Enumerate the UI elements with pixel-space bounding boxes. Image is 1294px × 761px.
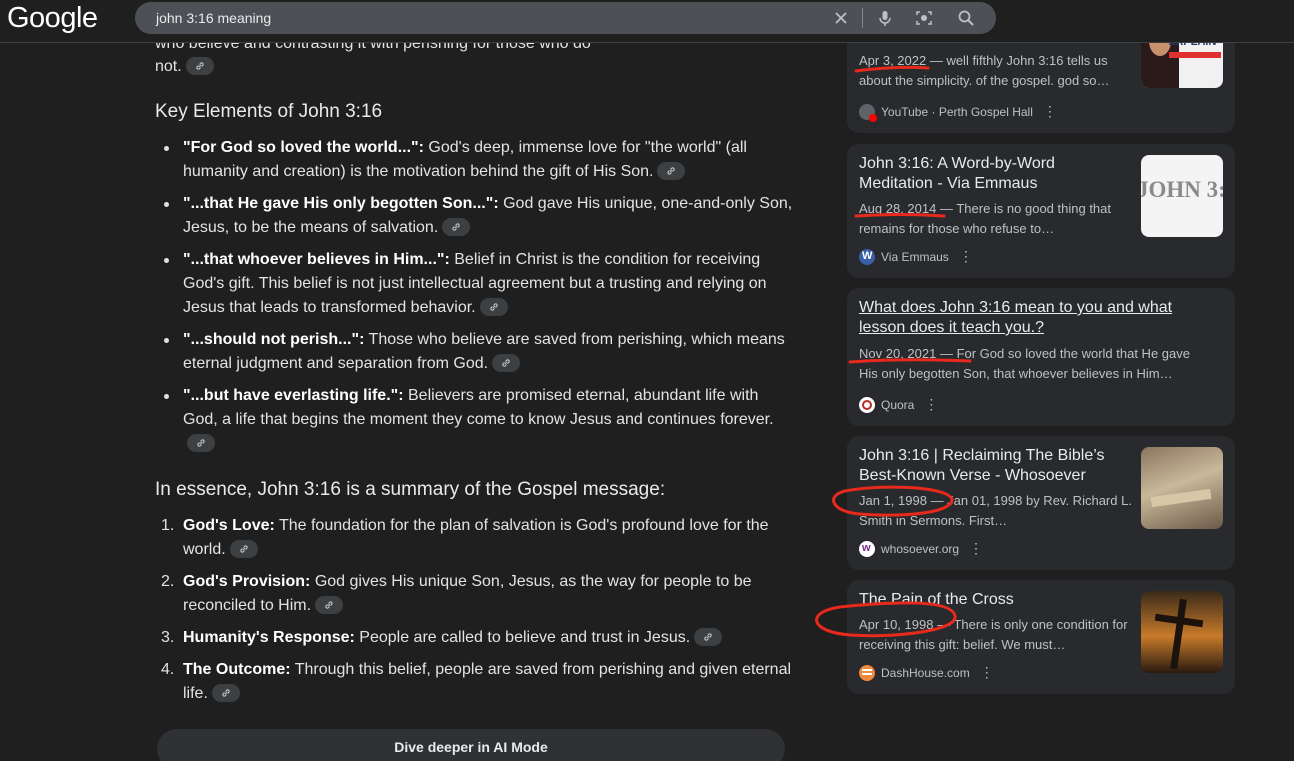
card-date: Nov 20, 2021 [859, 346, 937, 361]
card-snippet: Apr 3, 2022 — well fifthly John 3:16 tel… [859, 53, 1110, 88]
dive-deeper-button[interactable]: Dive deeper in AI Mode [157, 729, 785, 761]
source-card[interactable]: The Pain of the Cross Apr 10, 1998 — The… [847, 580, 1235, 694]
whosoever-icon: w [859, 540, 875, 557]
item-number: 1. [161, 517, 175, 534]
key-elements-heading: Key Elements of John 3:16 [155, 101, 383, 122]
card-date: Apr 3, 2022 [859, 53, 927, 68]
link-chip[interactable] [185, 56, 214, 75]
card-snippet: Jan 1, 1998 — Jan 01, 1998 by Rev. Richa… [859, 493, 1132, 528]
card-snippet: Nov 20, 2021 — For God so loved the worl… [859, 346, 1190, 381]
numbered-item: 2. God's Provision: God gives His unique… [161, 570, 795, 618]
list-item: "...but have everlasting life.": Believe… [164, 384, 795, 456]
lens-icon[interactable] [914, 8, 934, 28]
bullet [164, 338, 169, 343]
microphone-icon[interactable] [875, 8, 895, 28]
bible-thumbnail[interactable] [1141, 447, 1223, 529]
youtube-channel-avatar [859, 103, 877, 122]
link-chip[interactable] [492, 353, 521, 372]
list-item: "...should not perish...": Those who bel… [164, 328, 795, 376]
card-source[interactable]: W Via Emmaus ⋮ [859, 248, 973, 265]
more-options-icon[interactable]: ⋮ [969, 540, 983, 557]
more-options-icon[interactable]: ⋮ [1043, 103, 1057, 120]
article-thumbnail[interactable]: JOHN 3:16 [1141, 155, 1223, 237]
numbered-item: 1. God's Love: The foundation for the pl… [161, 514, 795, 562]
source-card[interactable]: John 3:16 | Reclaiming The Bible’s Best-… [847, 436, 1235, 570]
link-chip[interactable] [315, 595, 344, 614]
card-source[interactable]: YouTube · Perth Gospel Hall ⋮ [859, 103, 1057, 122]
card-date: Apr 10, 1998 [859, 617, 934, 632]
search-input[interactable]: john 3:16 meaning [156, 10, 271, 26]
source-card[interactable]: John 3:16: A Word-by-Word Meditation - V… [847, 144, 1235, 278]
link-chip[interactable] [442, 217, 471, 236]
item-number: 4. [161, 661, 175, 678]
list-item: "For God so loved the world...": God's d… [164, 136, 795, 184]
more-options-icon[interactable]: ⋮ [924, 396, 938, 413]
item-number: 3. [161, 629, 175, 646]
card-title[interactable]: John 3:16: A Word-by-Word Meditation - V… [859, 154, 1131, 194]
link-chip[interactable] [229, 539, 258, 558]
link-chip[interactable] [211, 683, 240, 702]
link-chip[interactable] [657, 161, 686, 180]
card-snippet: Apr 10, 1998 — There is only one conditi… [859, 617, 1128, 652]
card-date: Aug 28, 2014 [859, 201, 937, 216]
google-logo[interactable]: Google [7, 2, 98, 35]
card-title[interactable]: John 3:16 | Reclaiming The Bible’s Best-… [859, 446, 1131, 486]
item-number: 2. [161, 573, 175, 590]
essence-heading: In essence, John 3:16 is a summary of th… [155, 479, 666, 500]
list-item: "...that He gave His only begotten Son..… [164, 192, 795, 240]
cross-thumbnail[interactable] [1141, 591, 1223, 673]
card-date: Jan 1, 1998 [859, 493, 927, 508]
bullet [164, 202, 169, 207]
dashhouse-icon [859, 664, 875, 681]
clear-icon[interactable] [831, 8, 851, 28]
numbered-item: 4. The Outcome: Through this belief, peo… [161, 658, 795, 706]
more-options-icon[interactable]: ⋮ [980, 664, 994, 681]
search-icon[interactable] [956, 8, 976, 28]
wordpress-icon: W [859, 248, 875, 265]
card-source[interactable]: Quora ⋮ [859, 396, 938, 413]
card-snippet: Aug 28, 2014 — There is no good thing th… [859, 201, 1112, 236]
source-card[interactable]: What does John 3:16 mean to you and what… [847, 288, 1235, 426]
numbered-item: 3. Humanity's Response: People are calle… [161, 626, 795, 650]
link-chip[interactable] [479, 297, 508, 316]
link-chip[interactable] [187, 433, 215, 452]
card-source[interactable]: w whosoever.org ⋮ [859, 540, 983, 557]
card-title[interactable]: The Pain of the Cross [859, 590, 1131, 610]
bullet [164, 258, 169, 263]
card-source[interactable]: DashHouse.com ⋮ [859, 664, 994, 681]
list-item: "...that whoever believes in Him...": Be… [164, 248, 795, 320]
link-chip[interactable] [694, 627, 723, 646]
card-title[interactable]: What does John 3:16 mean to you and what… [859, 298, 1199, 338]
search-box[interactable]: john 3:16 meaning [135, 2, 996, 34]
bullet [164, 146, 169, 151]
intro-text-end: not. [155, 55, 214, 79]
more-options-icon[interactable]: ⋮ [959, 248, 973, 265]
quora-icon [859, 396, 875, 413]
search-divider [862, 8, 863, 28]
bullet [164, 394, 169, 399]
header: Google john 3:16 meaning [0, 0, 1294, 43]
